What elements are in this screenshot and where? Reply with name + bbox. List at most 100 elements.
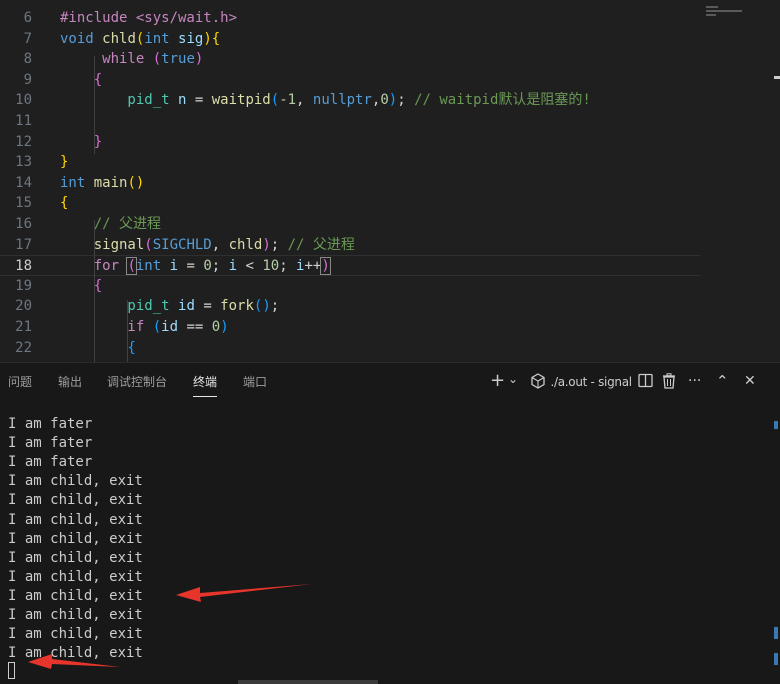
code-token: ): [388, 92, 398, 109]
line-number: 7: [23, 30, 32, 47]
code-token: (: [152, 51, 162, 68]
terminal-line: I am child, exit: [8, 626, 143, 643]
code-text: {: [60, 193, 68, 214]
code-token: chld: [102, 30, 136, 47]
terminal-line: I am fater: [8, 416, 93, 432]
annotation-arrow-shape: [28, 654, 120, 669]
close-panel-icon[interactable]: ✕: [744, 372, 756, 390]
code-line[interactable]: 12 }: [0, 132, 700, 153]
line-number: 11: [15, 113, 32, 129]
code-token: ;: [270, 298, 280, 315]
code-token: SIGCHLD: [152, 236, 212, 253]
code-token: // 父进程: [287, 236, 355, 253]
code-token: sig: [178, 30, 204, 47]
code-editor[interactable]: #include <sys/wait.h> 6 7 void chld ( int si…: [0, 0, 780, 362]
code-token: =: [194, 92, 212, 109]
code-line[interactable]: 14 int main(): [0, 173, 700, 194]
line-number: 16: [15, 216, 32, 232]
code-text: pid_t n = waitpid(-1, nullptr,0); // wai…: [60, 90, 590, 111]
terminal-selector[interactable]: ./a.out - signal: [530, 373, 632, 391]
code-line[interactable]: 6: [0, 8, 700, 29]
code-line[interactable]: 8 while (true): [0, 49, 700, 70]
editor-scrollbar-thumb[interactable]: [774, 76, 780, 79]
minimap[interactable]: [700, 0, 774, 362]
bottom-panel: 问题 输出 调试控制台 终端 端口 + ⌄ ./a.out - signal ·…: [0, 362, 780, 684]
tab-output[interactable]: 输出: [58, 373, 82, 390]
code-line-partial: #include <sys/wait.h>: [0, 0, 700, 26]
terminal-line: I am child, exit: [8, 530, 143, 547]
code-token: int: [144, 30, 179, 47]
terminal-line: I am child, exit: [8, 568, 143, 585]
trash-icon[interactable]: [662, 373, 676, 394]
code-text: if (id == 0): [60, 317, 228, 338]
horizontal-scrollbar[interactable]: [238, 680, 378, 684]
code-token: ): [320, 257, 331, 276]
code-token: void: [60, 30, 103, 47]
code-line[interactable]: 13}: [0, 152, 700, 173]
tab-debug-console[interactable]: 调试控制台: [107, 373, 167, 390]
code-token: =: [186, 258, 204, 275]
code-text: signal(SIGCHLD, chld); // 父进程: [60, 235, 355, 256]
chevron-down-icon[interactable]: ⌄: [508, 370, 518, 388]
code-line[interactable]: 16 // 父进程: [0, 214, 700, 235]
terminal-line: I am fater: [8, 435, 93, 452]
terminal-output[interactable]: I am fater I am fater I am fater I am child…: [0, 411, 770, 681]
indent-guide: [94, 56, 95, 154]
code-line[interactable]: 10 pid_t n = waitpid(-1, nullptr,0); // …: [0, 90, 700, 111]
indent-guide: [94, 220, 95, 362]
code-line[interactable]: 21 if (id == 0): [0, 317, 700, 338]
code-text: }: [60, 132, 102, 153]
code-token: (): [253, 298, 271, 315]
terminal-line: I am fater: [8, 454, 93, 471]
split-terminal-icon[interactable]: [638, 373, 653, 393]
minimap-line: [706, 6, 718, 8]
terminal-cursor: [8, 662, 15, 679]
tab-problems[interactable]: 问题: [8, 373, 32, 390]
code-token: ,: [211, 236, 229, 253]
line-number: 17: [15, 236, 32, 253]
panel-actions: + ⌄ ./a.out - signal ··· ⌃ ✕: [490, 363, 780, 401]
code-token: ;: [397, 92, 415, 109]
code-line[interactable]: 15 {: [0, 193, 700, 214]
line-number: 22: [15, 339, 32, 356]
code-line[interactable]: 22 {: [0, 338, 700, 359]
tab-terminal[interactable]: 终端: [193, 373, 218, 397]
code-token: id: [161, 319, 187, 335]
code-token: if: [60, 319, 153, 335]
code-token: (: [144, 236, 153, 253]
code-line[interactable]: 18 for (int i = 0; i < 10; i++): [0, 255, 700, 276]
code-token: // 父进程: [60, 216, 162, 232]
more-actions-icon[interactable]: ···: [688, 372, 701, 390]
code-line[interactable]: 7 void chld(int sig){: [0, 29, 700, 50]
code-token: {: [60, 195, 69, 212]
line-number: 21: [15, 319, 32, 335]
maximize-panel-icon[interactable]: ⌃: [716, 372, 729, 390]
code-token: 0: [203, 258, 212, 275]
code-token: main: [93, 174, 128, 191]
code-line[interactable]: 11: [0, 111, 700, 132]
line-number: 6: [23, 10, 32, 26]
code-token: =: [203, 298, 221, 315]
terminal-line: I am child, exit: [8, 473, 143, 490]
terminal-scroll-marker: [774, 627, 778, 639]
code-token: ): [262, 236, 271, 253]
code-line[interactable]: 17 signal(SIGCHLD, chld); // 父进程: [0, 235, 700, 256]
code-line[interactable]: 9 {: [0, 70, 700, 91]
minimap-line: [706, 10, 742, 12]
code-line[interactable]: 19 {: [0, 276, 700, 297]
code-line[interactable]: 20 pid_t id = fork();: [0, 296, 700, 317]
code-text: for (int i = 0; i < 10; i++): [60, 256, 331, 277]
minimap-line: [706, 14, 716, 16]
tab-ports[interactable]: 端口: [243, 373, 267, 390]
code-token: {: [60, 71, 103, 88]
terminal-line: I am child, exit: [8, 607, 143, 623]
code-token: fork: [220, 298, 254, 315]
code-token: n: [178, 92, 195, 109]
code-token: }: [60, 133, 103, 150]
annotation-arrow-shape: [176, 584, 312, 602]
code-token: chld: [228, 236, 263, 253]
new-terminal-plus-icon[interactable]: +: [490, 372, 505, 390]
code-token: pid_t: [60, 92, 179, 109]
annotation-arrow-icon: [28, 654, 120, 669]
panel-tabs: 问题 输出 调试控制台 终端 端口: [0, 363, 300, 401]
